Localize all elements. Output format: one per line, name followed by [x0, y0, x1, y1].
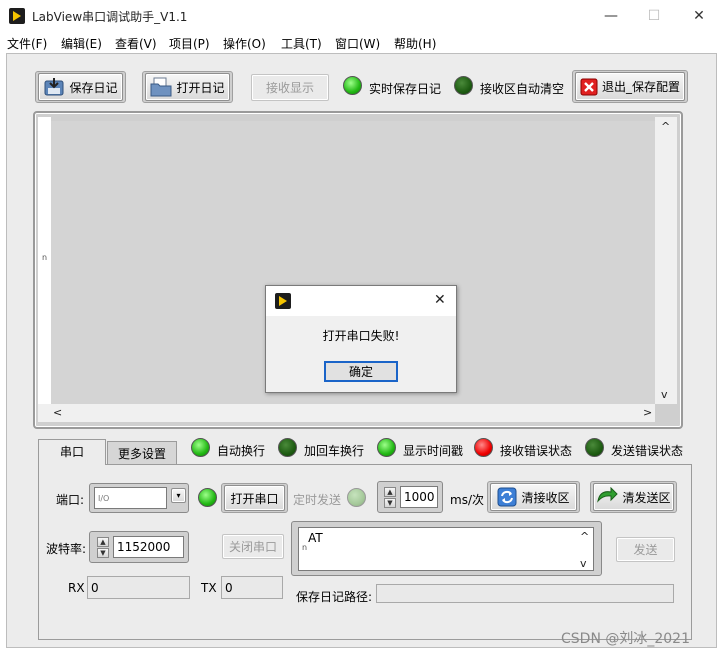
port-status-led	[198, 488, 217, 507]
menu-help[interactable]: 帮助(H)	[394, 35, 436, 52]
interval-unit-label: ms/次	[450, 493, 484, 507]
scroll-up-arrow-icon[interactable]: ^	[661, 120, 670, 133]
recv-error-label: 接收错误状态	[500, 444, 573, 458]
rx-label: RX	[68, 581, 85, 595]
tx-count: 0	[221, 576, 283, 599]
scroll-down-arrow-icon[interactable]: v	[661, 388, 668, 401]
labview-app-icon	[9, 8, 25, 24]
send-text-input[interactable]: n AT	[298, 527, 594, 571]
timed-send-led[interactable]	[347, 488, 366, 507]
auto-clear-label: 接收区自动清空	[480, 82, 565, 96]
red-x-icon	[580, 78, 598, 95]
dialog-labview-icon	[275, 293, 291, 309]
row-marker: n	[42, 253, 48, 262]
show-timestamp-led[interactable]	[377, 438, 396, 457]
close-port-button[interactable]: 关闭串口	[222, 534, 284, 559]
recv-error-led	[474, 438, 493, 457]
close-window-button[interactable]: ✕	[676, 4, 722, 28]
save-log-label: 保存日记	[69, 80, 118, 95]
realtime-save-led[interactable]	[343, 76, 362, 95]
interval-input[interactable]: 1000	[400, 486, 438, 508]
baud-decrement-button[interactable]: ▼	[97, 548, 109, 558]
baud-rate-label: 波特率:	[46, 542, 87, 556]
send-scroll-up-icon[interactable]: ^	[580, 530, 589, 543]
receive-gutter: n	[38, 117, 51, 404]
clear-send-label: 清发送区	[622, 490, 671, 505]
menu-file[interactable]: 文件(F)	[7, 35, 47, 52]
interval-decrement-button[interactable]: ▼	[384, 498, 396, 508]
auto-newline-led[interactable]	[191, 438, 210, 457]
scroll-left-arrow-icon[interactable]: <	[53, 406, 62, 419]
menu-operate[interactable]: 操作(O)	[223, 35, 266, 52]
log-path-field[interactable]	[376, 584, 674, 603]
io-icon: I/O	[98, 493, 110, 503]
interval-increment-button[interactable]: ▲	[384, 487, 396, 497]
rx-count: 0	[87, 576, 190, 599]
exit-save-config-button[interactable]: 退出_保存配置	[575, 72, 685, 101]
menu-window[interactable]: 窗口(W)	[335, 35, 380, 52]
save-log-button[interactable]: 保存日记	[38, 73, 123, 101]
chevron-down-icon: ▾	[176, 491, 181, 500]
add-cr-label: 加回车换行	[304, 444, 365, 458]
dialog-title-bar: ✕	[266, 286, 456, 316]
clear-send-button[interactable]: 清发送区	[593, 483, 674, 511]
minimize-button[interactable]: —	[588, 4, 634, 28]
open-port-button[interactable]: 打开串口	[224, 485, 285, 511]
port-label: 端口:	[56, 493, 85, 507]
dialog-close-icon[interactable]: ✕	[434, 292, 446, 308]
scroll-right-arrow-icon[interactable]: >	[643, 406, 652, 419]
baud-increment-button[interactable]: ▲	[97, 537, 109, 547]
error-dialog: ✕ 打开串口失败! 确定	[265, 285, 457, 393]
auto-newline-label: 自动换行	[217, 444, 266, 458]
clear-receive-label: 清接收区	[521, 490, 570, 505]
title-bar: LabView串口调试助手_V1.1 — ☐ ✕	[0, 0, 723, 31]
port-select[interactable]: I/O	[94, 487, 167, 509]
menu-edit[interactable]: 编辑(E)	[61, 35, 102, 52]
open-log-button[interactable]: 打开日记	[145, 73, 230, 101]
show-timestamp-label: 显示时间戳	[403, 444, 464, 458]
receive-vertical-scrollbar[interactable]: ^ v	[655, 117, 677, 404]
tx-label: TX	[201, 581, 217, 595]
menu-view[interactable]: 查看(V)	[115, 35, 157, 52]
menu-tools[interactable]: 工具(T)	[281, 35, 322, 52]
dialog-message: 打开串口失败!	[322, 329, 400, 343]
maximize-button[interactable]: ☐	[631, 4, 677, 28]
receive-horizontal-scrollbar[interactable]: < >	[38, 404, 655, 422]
baud-rate-input[interactable]: 1152000	[113, 536, 184, 558]
send-error-label: 发送错误状态	[611, 444, 684, 458]
tab-more-settings[interactable]: 更多设置	[107, 441, 177, 465]
send-scroll-down-icon[interactable]: v	[580, 557, 587, 570]
port-dropdown-button[interactable]: ▾	[171, 488, 186, 503]
log-path-label: 保存日记路径:	[296, 590, 373, 604]
add-cr-led[interactable]	[278, 438, 297, 457]
receive-display-button[interactable]: 接收显示	[251, 74, 329, 101]
send-row-marker: n	[302, 543, 308, 552]
menu-bar: 文件(F) 编辑(E) 查看(V) 项目(P) 操作(O) 工具(T) 窗口(W…	[0, 31, 723, 53]
open-log-label: 打开日记	[176, 80, 225, 95]
refresh-icon	[497, 487, 517, 507]
csdn-watermark: CSDN @刘冰_2021	[561, 631, 690, 647]
send-button[interactable]: 发送	[616, 537, 675, 562]
tab-serial-port[interactable]: 串口	[38, 439, 106, 465]
auto-clear-led[interactable]	[454, 76, 473, 95]
realtime-save-label: 实时保存日记	[369, 82, 442, 96]
save-download-icon	[44, 78, 64, 96]
send-error-led	[585, 438, 604, 457]
exit-save-config-label: 退出_保存配置	[601, 80, 680, 94]
clear-receive-button[interactable]: 清接收区	[490, 483, 577, 511]
dialog-ok-button[interactable]: 确定	[324, 361, 398, 382]
timed-send-label: 定时发送	[293, 493, 342, 507]
menu-project[interactable]: 项目(P)	[169, 35, 210, 52]
send-text-value: AT	[308, 531, 323, 545]
window-title: LabView串口调试助手_V1.1	[32, 10, 188, 24]
green-arrow-icon	[597, 487, 619, 503]
folder-document-icon	[150, 77, 172, 97]
